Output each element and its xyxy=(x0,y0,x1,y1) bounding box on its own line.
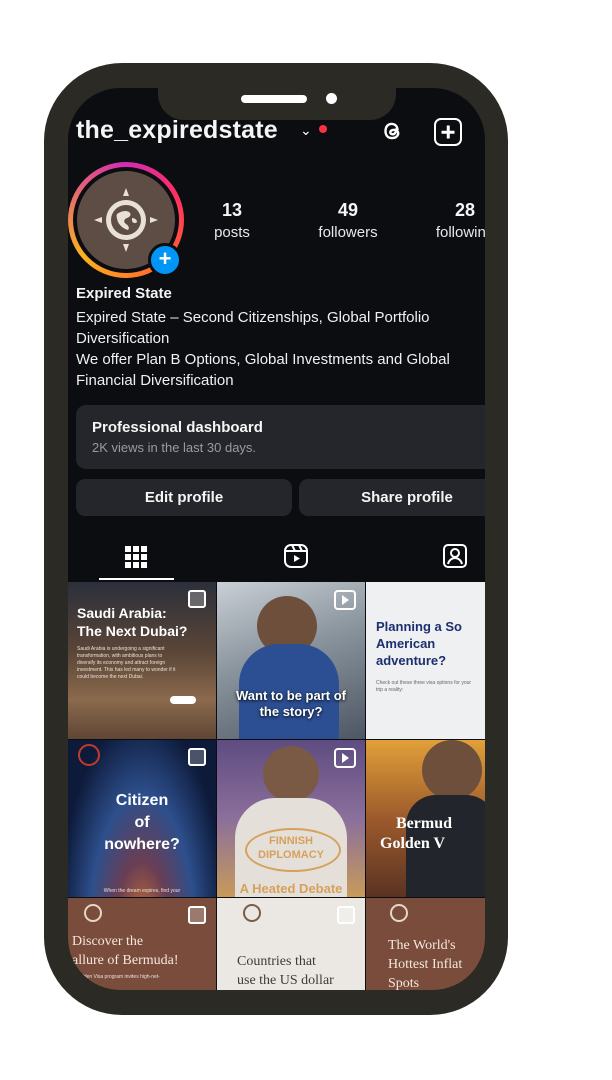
carousel-icon xyxy=(188,590,206,608)
reel-icon xyxy=(334,590,356,610)
post-title-line: The Next Dubai? xyxy=(77,623,188,639)
reels-tab-icon[interactable] xyxy=(283,543,309,569)
post-body-text: Check out these three visa options for y… xyxy=(376,680,472,693)
stat-following-value: 28 xyxy=(454,200,476,220)
brand-logo-icon xyxy=(390,904,408,922)
brand-logo-icon xyxy=(84,904,102,922)
grid-tab-icon[interactable] xyxy=(124,545,148,569)
post-tile[interactable]: Want to be part of the story? xyxy=(217,582,365,739)
post-title-line: allure of Bermuda! xyxy=(72,953,179,968)
stat-posts-label: posts xyxy=(214,224,250,241)
post-title-line: use the US dollar xyxy=(237,973,334,988)
profile-bio: Expired State – Second Citizenships, Glo… xyxy=(76,307,485,391)
post-tile[interactable]: Citizen of nowhere? When the dream expir… xyxy=(68,740,216,897)
post-tile[interactable]: The World's Hottest Inflat Spots xyxy=(366,898,485,990)
post-tile[interactable]: Saudi Arabia: The Next Dubai? Saudi Arab… xyxy=(68,582,216,739)
post-tile[interactable]: FINNISH DIPLOMACY A Heated Debate xyxy=(217,740,365,897)
post-title-line: the story? xyxy=(259,704,323,719)
post-tile[interactable]: Discover the allure of Bermuda! Golden V… xyxy=(68,898,216,990)
dashboard-subtitle: 2K views in the last 30 days. xyxy=(92,440,257,455)
post-title-line: Planning a So xyxy=(376,619,462,634)
post-title-line: nowhere? xyxy=(104,836,180,853)
notification-dot xyxy=(319,125,327,133)
professional-dashboard-card[interactable]: Professional dashboard 2K views in the l… xyxy=(76,405,485,469)
post-tile[interactable]: Bermud Golden V xyxy=(366,740,485,897)
share-profile-button[interactable]: Share profile xyxy=(299,479,485,516)
new-post-icon[interactable] xyxy=(434,118,462,146)
post-body-text: Golden Visa program invites high-net- xyxy=(76,974,160,980)
reel-icon xyxy=(334,748,356,768)
threads-icon[interactable] xyxy=(377,116,407,146)
stat-followers[interactable]: 49 followers xyxy=(308,200,388,241)
dashboard-title: Professional dashboard xyxy=(92,419,263,436)
post-title-line: FINNISH xyxy=(269,835,313,847)
carousel-icon xyxy=(337,906,355,924)
add-story-icon[interactable]: + xyxy=(148,243,182,277)
stat-following-label: following xyxy=(435,224,485,241)
bio-line: Diversification xyxy=(76,330,170,347)
stat-followers-value: 49 xyxy=(337,200,359,220)
post-tile[interactable]: Planning a So American adventure? Check … xyxy=(366,582,485,739)
phone-notch xyxy=(158,63,396,120)
post-title-line: Bermud xyxy=(396,815,452,832)
stat-following[interactable]: 28 following xyxy=(425,200,485,241)
post-title-line: American xyxy=(376,636,436,651)
post-title-line: Want to be part of xyxy=(235,688,346,703)
post-title-line: Citizen xyxy=(115,792,169,809)
carousel-icon xyxy=(188,906,206,924)
brand-logo-icon xyxy=(78,744,100,766)
edit-profile-button[interactable]: Edit profile xyxy=(76,479,292,516)
post-title-line: adventure? xyxy=(376,653,447,668)
post-title-line: Golden V xyxy=(380,835,446,852)
active-tab-indicator xyxy=(99,578,174,580)
bio-line: Financial Diversification xyxy=(76,372,234,389)
post-title-line: of xyxy=(134,814,150,831)
stat-followers-label: followers xyxy=(318,224,378,241)
person-photo xyxy=(263,746,319,802)
bio-line: Expired State – Second Citizenships, Glo… xyxy=(76,309,430,326)
brand-logo-icon xyxy=(243,904,261,922)
post-title-line: Discover the xyxy=(72,934,144,949)
profile-username[interactable]: the_expiredstate xyxy=(76,116,278,145)
tagged-tab-icon[interactable] xyxy=(442,542,468,570)
bio-line: We offer Plan B Options, Global Investme… xyxy=(76,351,450,368)
front-camera xyxy=(326,93,337,104)
arrow-button-graphic xyxy=(170,696,196,704)
instagram-profile-screen: the_expiredstate ⌄ + 13 posts 49 followe… xyxy=(68,88,485,990)
post-title-line: The World's xyxy=(388,938,456,953)
person-photo xyxy=(422,740,482,800)
stat-posts[interactable]: 13 posts xyxy=(202,200,262,241)
post-body-text: Saudi Arabia is undergoing a significant… xyxy=(77,646,176,680)
post-title-line: A Heated Debate xyxy=(239,881,343,896)
chevron-down-icon[interactable]: ⌄ xyxy=(300,122,312,139)
post-title-line: Countries that xyxy=(237,954,316,969)
speaker-grille xyxy=(241,95,307,103)
post-title-line: Spots xyxy=(388,976,420,990)
post-title-line: DIPLOMACY xyxy=(258,849,324,861)
post-body-text: When the dream expires, find your xyxy=(103,888,181,894)
profile-display-name: Expired State xyxy=(76,285,172,302)
post-tile[interactable]: Countries that use the US dollar xyxy=(217,898,365,990)
post-title-line: Saudi Arabia: xyxy=(77,605,167,621)
post-title-line: Hottest Inflat xyxy=(388,957,463,972)
carousel-icon xyxy=(188,748,206,766)
stat-posts-value: 13 xyxy=(221,200,243,220)
